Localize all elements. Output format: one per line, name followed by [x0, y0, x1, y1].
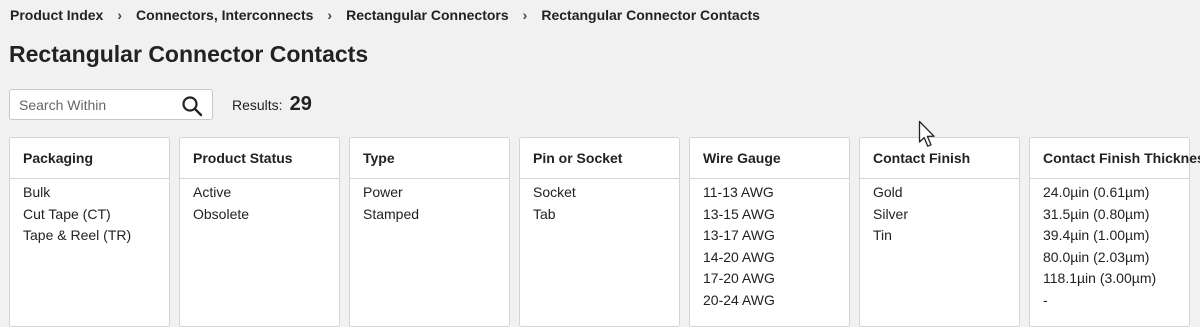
breadcrumb-separator: ›: [327, 7, 333, 23]
filter-pin-or-socket: Pin or Socket Socket Tab: [519, 137, 680, 327]
filter-option[interactable]: Tin: [873, 225, 1019, 247]
filter-option[interactable]: Tab: [533, 204, 679, 226]
breadcrumb-connectors-interconnects[interactable]: Connectors, Interconnects: [136, 7, 313, 23]
filter-option[interactable]: Cut Tape (CT): [23, 204, 169, 226]
filter-option[interactable]: 11-13 AWG: [703, 182, 849, 204]
filter-title: Type: [350, 138, 509, 179]
search-within-input[interactable]: [10, 90, 179, 119]
filter-options: Gold Silver Tin: [860, 179, 1019, 247]
breadcrumb-current-page[interactable]: Rectangular Connector Contacts: [541, 7, 760, 23]
filter-option[interactable]: 80.0µin (2.03µm): [1043, 247, 1189, 269]
filter-option[interactable]: Stamped: [363, 204, 509, 226]
filter-options: 24.0µin (0.61µm) 31.5µin (0.80µm) 39.4µi…: [1030, 179, 1189, 311]
breadcrumb-product-index[interactable]: Product Index: [10, 7, 103, 23]
results-count: 29: [289, 93, 312, 115]
filter-option[interactable]: Power: [363, 182, 509, 204]
filter-option[interactable]: 39.4µin (1.00µm): [1043, 225, 1189, 247]
filter-title: Wire Gauge: [690, 138, 849, 179]
filter-options: Active Obsolete: [180, 179, 339, 225]
filter-option[interactable]: 118.1µin (3.00µm): [1043, 268, 1189, 290]
search-icon[interactable]: [181, 95, 203, 117]
search-within-box: [9, 89, 213, 120]
filter-title: Contact Finish Thickness: [1030, 138, 1200, 179]
filter-option[interactable]: Socket: [533, 182, 679, 204]
filter-option[interactable]: Bulk: [23, 182, 169, 204]
filter-type: Type Power Stamped: [349, 137, 510, 327]
filter-option[interactable]: 13-17 AWG: [703, 225, 849, 247]
results-label: Results:: [232, 97, 283, 113]
filter-contact-finish-thickness: Contact Finish Thickness 24.0µin (0.61µm…: [1029, 137, 1200, 327]
breadcrumb-separator: ›: [522, 7, 528, 23]
filter-title: Packaging: [10, 138, 169, 179]
filter-options: Bulk Cut Tape (CT) Tape & Reel (TR): [10, 179, 169, 247]
filter-packaging: Packaging Bulk Cut Tape (CT) Tape & Reel…: [9, 137, 170, 327]
filter-option[interactable]: Active: [193, 182, 339, 204]
filter-options: Socket Tab: [520, 179, 679, 225]
breadcrumb: Product Index › Connectors, Interconnect…: [10, 7, 760, 23]
mouse-pointer-icon: [918, 120, 935, 147]
filter-option[interactable]: Obsolete: [193, 204, 339, 226]
filter-option[interactable]: 14-20 AWG: [703, 247, 849, 269]
filter-option[interactable]: 17-20 AWG: [703, 268, 849, 290]
filter-options: 11-13 AWG 13-15 AWG 13-17 AWG 14-20 AWG …: [690, 179, 849, 311]
filter-option[interactable]: Gold: [873, 182, 1019, 204]
filter-option[interactable]: 20-24 AWG: [703, 290, 849, 312]
filter-contact-finish: Contact Finish Gold Silver Tin: [859, 137, 1020, 327]
breadcrumb-separator: ›: [117, 7, 123, 23]
filter-option[interactable]: 13-15 AWG: [703, 204, 849, 226]
filter-title: Product Status: [180, 138, 339, 179]
filter-option[interactable]: 24.0µin (0.61µm): [1043, 182, 1189, 204]
filter-option[interactable]: Silver: [873, 204, 1019, 226]
filter-title: Contact Finish: [860, 138, 1019, 179]
filter-option[interactable]: 31.5µin (0.80µm): [1043, 204, 1189, 226]
filter-product-status: Product Status Active Obsolete: [179, 137, 340, 327]
page-title: Rectangular Connector Contacts: [9, 41, 369, 67]
filter-option[interactable]: Tape & Reel (TR): [23, 225, 169, 247]
filter-option[interactable]: -: [1043, 290, 1189, 312]
results-summary: Results: 29: [232, 93, 312, 116]
breadcrumb-rectangular-connectors[interactable]: Rectangular Connectors: [346, 7, 509, 23]
filter-options: Power Stamped: [350, 179, 509, 225]
filter-title: Pin or Socket: [520, 138, 679, 179]
filter-wire-gauge: Wire Gauge 11-13 AWG 13-15 AWG 13-17 AWG…: [689, 137, 850, 327]
